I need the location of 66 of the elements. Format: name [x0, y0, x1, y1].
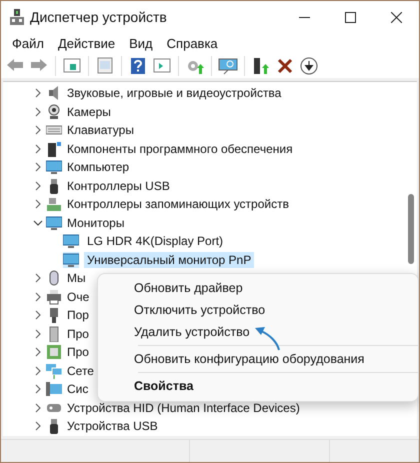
expand-chevron-icon[interactable]	[33, 144, 43, 154]
tree-item[interactable]: Про	[67, 326, 89, 341]
monitor-icon	[46, 214, 62, 231]
menu-item[interactable]: Обновить конфигурацию оборудования	[98, 348, 418, 370]
menu-item[interactable]: Свойства	[98, 375, 418, 397]
expand-chevron-icon[interactable]	[33, 292, 43, 302]
expand-chevron-icon[interactable]	[33, 328, 43, 339]
expand-chevron-icon[interactable]	[33, 347, 43, 358]
printer-icon	[46, 288, 62, 305]
pointer-arrow	[255, 327, 281, 351]
expand-chevron-icon[interactable]	[33, 366, 43, 376]
minimize-icon	[298, 16, 310, 18]
tree-item[interactable]: Оче	[67, 290, 90, 304]
expand-chevron-icon[interactable]	[33, 384, 43, 394]
tree-item[interactable]: Компьютер	[67, 160, 130, 174]
expand-chevron-icon[interactable]	[33, 106, 43, 117]
tree-item[interactable]: Компоненты программного обеспечения	[67, 142, 293, 156]
menu-item[interactable]: Удалить устройство	[98, 321, 418, 343]
maximize-icon	[344, 12, 356, 22]
tree-item[interactable]: Сете	[67, 364, 94, 378]
tree-item[interactable]: Универсальный монитор PnP	[84, 252, 254, 268]
system-icon	[46, 381, 62, 398]
window-title: Диспетчер устройств	[30, 9, 168, 25]
monitor-icon	[46, 159, 62, 176]
network-icon	[46, 362, 62, 379]
app-icon	[10, 9, 24, 25]
tree-item[interactable]: Клавиатуры	[67, 123, 134, 138]
menu-item[interactable]: Вид	[122, 34, 160, 53]
window-icon	[95, 56, 115, 76]
tree-item[interactable]: Контроллеры запоминающих устройств	[67, 197, 289, 212]
expand-chevron-icon[interactable]	[33, 88, 43, 98]
tree-item[interactable]: Мы	[67, 271, 86, 286]
menu-item[interactable]: Отключить устройство	[98, 299, 418, 321]
expand-chevron-icon[interactable]	[33, 125, 43, 136]
drive-icon	[46, 196, 62, 212]
expand-chevron-icon[interactable]	[33, 402, 43, 413]
chip-icon	[46, 344, 62, 360]
monitor-icon	[63, 252, 79, 268]
device-icon	[251, 56, 271, 76]
tree-item[interactable]: Камеры	[67, 104, 111, 119]
tree-item[interactable]: Устройства USB	[67, 419, 158, 434]
expand-chevron-icon[interactable]	[33, 273, 43, 284]
menu-item[interactable]: Действие	[50, 34, 122, 53]
tree-item[interactable]: Сис	[67, 382, 88, 396]
scrollbar-thumb[interactable]	[408, 194, 414, 264]
download-button[interactable]	[298, 54, 320, 77]
menu-item[interactable]: Справка	[160, 34, 225, 53]
collapse-chevron-icon[interactable]	[33, 218, 43, 228]
monitor-icon	[63, 233, 79, 250]
expand-chevron-icon[interactable]	[33, 310, 43, 320]
expand-chevron-icon[interactable]	[33, 162, 43, 172]
expand-chevron-icon[interactable]	[33, 421, 43, 432]
expand-chevron-icon[interactable]	[33, 199, 43, 210]
tree-item[interactable]: Звуковые, игровые и видеоустройства	[67, 86, 282, 100]
tree-item[interactable]: Пор	[67, 308, 89, 322]
tree-item[interactable]: Контроллеры USB	[67, 178, 170, 193]
tree-item[interactable]: Про	[67, 345, 89, 360]
menu-item[interactable]: Файл	[5, 34, 51, 53]
webcam-icon	[46, 104, 62, 120]
tree-item[interactable]: Устройства HID (Human Interface Devices)	[67, 400, 300, 415]
device-icon	[46, 140, 62, 157]
menu-item[interactable]: Обновить драйвер	[98, 277, 418, 299]
tree-item[interactable]: Мониторы	[67, 216, 124, 230]
tree-item[interactable]: LG HDR 4K(Display Port)	[84, 233, 226, 250]
expand-chevron-icon[interactable]	[33, 180, 43, 191]
close-icon	[390, 12, 402, 22]
